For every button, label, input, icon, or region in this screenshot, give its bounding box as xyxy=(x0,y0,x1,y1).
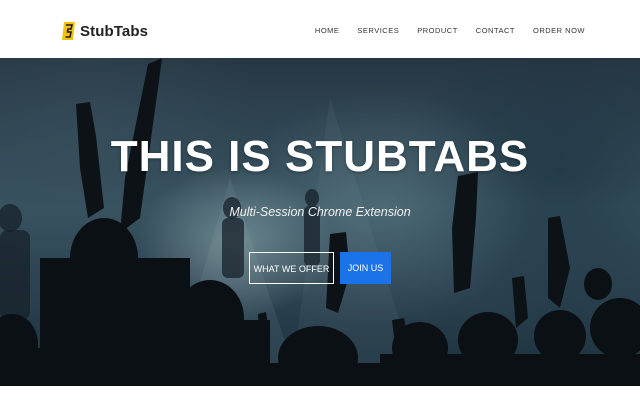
stubtabs-logo-icon xyxy=(62,22,75,40)
page-bottom-strip xyxy=(0,386,640,400)
hero-title: THIS IS STUBTABS xyxy=(110,132,530,181)
main-nav: HOME SERVICES PRODUCT CONTACT ORDER NOW xyxy=(315,26,585,35)
nav-order-now[interactable]: ORDER NOW xyxy=(533,26,585,35)
nav-product[interactable]: PRODUCT xyxy=(417,26,458,35)
what-we-offer-button[interactable]: WHAT WE OFFER xyxy=(249,252,334,284)
hero-section: THIS IS STUBTABS Multi-Session Chrome Ex… xyxy=(0,58,640,386)
brand-link[interactable]: StubTabs xyxy=(62,20,148,42)
navbar: StubTabs HOME SERVICES PRODUCT CONTACT O… xyxy=(0,0,640,58)
hero-overlay xyxy=(0,58,640,386)
nav-services[interactable]: SERVICES xyxy=(357,26,399,35)
nav-contact[interactable]: CONTACT xyxy=(476,26,515,35)
join-us-button[interactable]: JOIN US xyxy=(340,252,391,284)
hero-subtitle: Multi-Session Chrome Extension xyxy=(229,205,411,219)
brand-name: StubTabs xyxy=(80,22,149,40)
nav-home[interactable]: HOME xyxy=(315,26,340,35)
